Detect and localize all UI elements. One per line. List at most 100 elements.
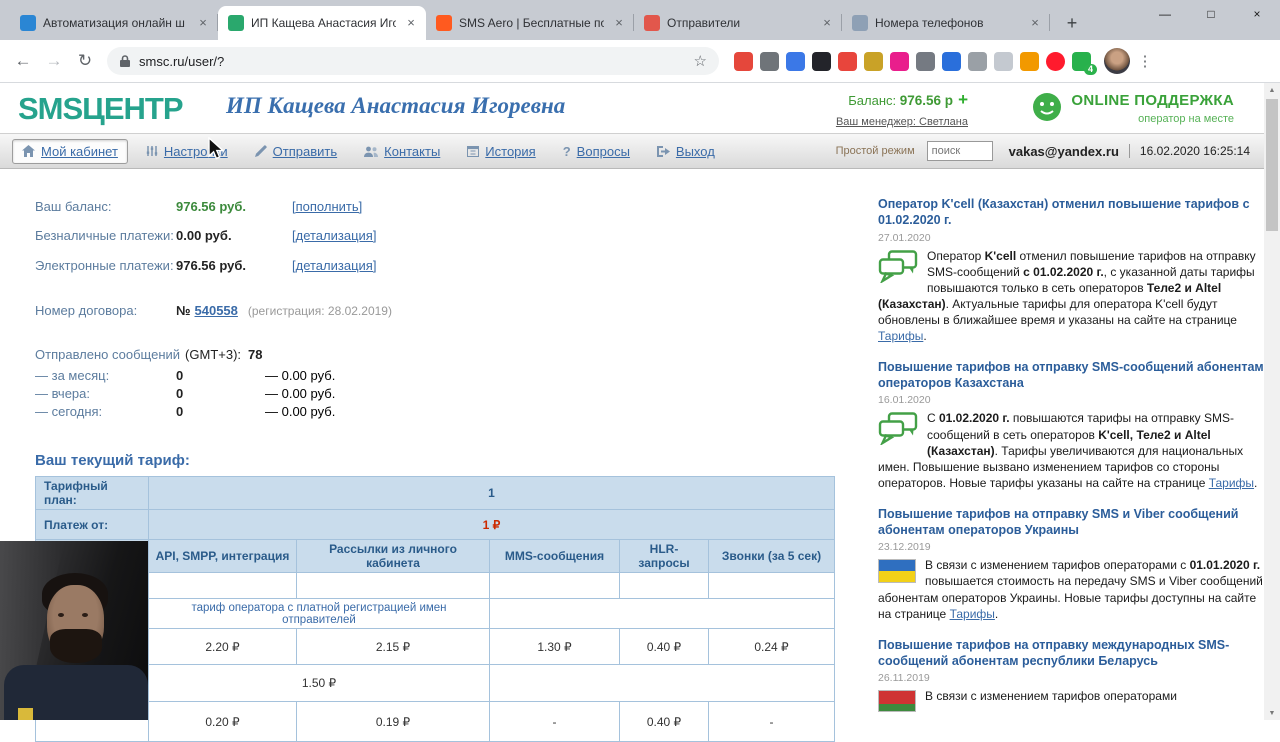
scrollbar-thumb[interactable] (1266, 99, 1278, 231)
details-link[interactable]: [детализация] (292, 228, 376, 243)
online-support[interactable]: ONLINE ПОДДЕРЖКА оператор на месте (1032, 92, 1234, 125)
price-cell: 2.15 ₽ (296, 628, 490, 665)
contract-number-link[interactable]: 540558 (195, 303, 238, 318)
support-text: ONLINE ПОДДЕРЖКА оператор на месте (1071, 92, 1234, 125)
news-tariffs-link[interactable]: Тарифы (1209, 476, 1254, 490)
topup-plus-button[interactable]: + (958, 90, 968, 109)
news-title-link[interactable]: Повышение тарифов на отправку SMS и Vibe… (878, 506, 1266, 539)
smsc-logo[interactable]: SMSЦЕНТР (18, 91, 183, 127)
nav-logout[interactable]: Выход (648, 140, 724, 163)
forward-icon[interactable]: → (41, 48, 67, 74)
contract-registration: (регистрация: 28.02.2019) (247, 304, 392, 318)
extension-icon[interactable] (838, 51, 857, 71)
extension-icon[interactable] (1046, 51, 1065, 71)
price-cell: 0.24 ₽ (708, 628, 835, 665)
minimize-button[interactable]: — (1142, 0, 1188, 28)
balance-block: Баланс: 976.56 р + Ваш менеджер: Светлана (836, 90, 968, 128)
extension-icon[interactable] (890, 51, 909, 71)
extension-icon[interactable] (734, 51, 753, 71)
tab-close-icon[interactable]: × (403, 15, 419, 31)
new-tab-button[interactable]: + (1058, 9, 1086, 37)
news-sidebar: Оператор K'cell (Казахстан) отменил повы… (878, 196, 1266, 719)
sent-value: 78 (248, 347, 263, 362)
nav-history[interactable]: История (458, 140, 544, 163)
home-icon (22, 145, 35, 157)
nav-label: Мой кабинет (41, 143, 118, 159)
extension-icon[interactable] (1020, 51, 1039, 71)
simple-mode-link[interactable]: Простой режим (836, 145, 915, 157)
back-icon[interactable]: ← (10, 48, 36, 74)
news-title-link[interactable]: Повышение тарифов на отправку SMS-сообще… (878, 359, 1266, 392)
empty-cell (489, 598, 835, 629)
tab-senders[interactable]: Отправители × (634, 6, 842, 40)
stat-count: 0 (176, 404, 184, 419)
scroll-up-icon[interactable]: ▲ (1264, 83, 1280, 97)
tab-smsaero[interactable]: SMS Aero | Бесплатные по × (426, 6, 634, 40)
main-nav: Мой кабинет Настройки Отправить Контакты… (0, 133, 1264, 169)
table-row: 1.50 ₽ (35, 664, 835, 702)
news-title-link[interactable]: Оператор K'cell (Казахстан) отменил повы… (878, 196, 1266, 229)
nav-my-cabinet[interactable]: Мой кабинет (12, 138, 128, 164)
scroll-down-icon[interactable]: ▼ (1264, 706, 1280, 720)
extension-icon[interactable] (786, 51, 805, 71)
tab-phone-numbers[interactable]: Номера телефонов × (842, 6, 1050, 40)
details-link[interactable]: [детализация] (292, 258, 376, 273)
stat-label: — за месяц: (35, 368, 110, 383)
tab-favicon-icon (644, 15, 660, 31)
stat-label: — сегодня: (35, 404, 103, 419)
search-input[interactable] (926, 141, 993, 161)
extension-icon[interactable] (864, 51, 883, 71)
profile-avatar[interactable] (1104, 48, 1130, 74)
webcam-overlay (0, 541, 148, 720)
column-header: MMS-сообщения (489, 539, 620, 573)
plan-value: 1 (148, 476, 835, 510)
table-row: 2.20 ₽ 2.15 ₽ 1.30 ₽ 0.40 ₽ 0.24 ₽ (35, 628, 835, 665)
maximize-button[interactable]: □ (1188, 0, 1234, 28)
column-header: Рассылки из личного кабинета (296, 539, 490, 573)
extension-icon[interactable] (994, 51, 1013, 71)
tariff-table: Тарифный план: 1 Платеж от: 1 ₽ API, SMP… (35, 476, 835, 742)
news-tariffs-link[interactable]: Тарифы (878, 329, 923, 343)
manager-link[interactable]: Ваш менеджер: Светлана (836, 116, 968, 128)
news-body: В связи с изменением тарифов операторами (878, 688, 1266, 713)
extension-icon[interactable] (968, 51, 987, 71)
news-tariffs-link[interactable]: Тарифы (950, 607, 995, 621)
nav-questions[interactable]: ? Вопросы (554, 140, 639, 163)
topup-link[interactable]: [пополнить] (292, 199, 362, 214)
empty-cell (296, 572, 490, 599)
news-title-link[interactable]: Повышение тарифов на отправку международ… (878, 637, 1266, 670)
tab-close-icon[interactable]: × (611, 15, 627, 31)
tab-title: Автоматизация онлайн ш (43, 16, 185, 30)
address-bar[interactable]: smsc.ru/user/? ☆ (107, 47, 719, 75)
nav-contacts[interactable]: Контакты (355, 140, 449, 163)
news-body: Оператор K'cell отменил повышение тарифо… (878, 248, 1266, 344)
url-text[interactable]: smsc.ru/user/? (139, 54, 686, 69)
account-title: ИП Кащева Анастасия Игоревна (226, 93, 566, 118)
user-email[interactable]: vakas@yandex.ru (1009, 144, 1119, 159)
news-date: 23.12.2019 (878, 541, 931, 554)
tab-close-icon[interactable]: × (195, 15, 211, 31)
close-button[interactable]: × (1234, 0, 1280, 28)
balance-value: 976.56 р (899, 93, 954, 108)
support-title: ONLINE ПОДДЕРЖКА (1071, 92, 1234, 109)
tab-close-icon[interactable]: × (819, 15, 835, 31)
bookmark-star-icon[interactable]: ☆ (694, 52, 707, 70)
row-label: Ваш баланс: (35, 199, 112, 214)
extension-icon[interactable] (760, 51, 779, 71)
electronic-row: Электронные платежи: 976.56 руб. [детали… (35, 258, 376, 273)
extensions-bar: 4 (734, 51, 1097, 75)
browser-menu-icon[interactable]: ⋮ (1135, 48, 1155, 74)
page-scrollbar[interactable]: ▲ ▼ (1264, 83, 1280, 720)
tab-automation[interactable]: Автоматизация онлайн ш × (10, 6, 218, 40)
refresh-icon[interactable]: ↻ (72, 48, 98, 74)
nav-send[interactable]: Отправить (246, 140, 346, 163)
extension-icon[interactable] (812, 51, 831, 71)
tab-smsc-active[interactable]: ИП Кащева Анастасия Иго × (218, 6, 426, 40)
news-body: С 01.02.2020 г. повышаются тарифы на отп… (878, 410, 1266, 490)
contract-row: Номер договора: № 540558 (регистрация: 2… (35, 303, 392, 318)
extension-search-icon[interactable] (942, 51, 961, 71)
extension-icon[interactable] (916, 51, 935, 71)
extension-messenger-icon[interactable]: 4 (1072, 51, 1097, 75)
tab-close-icon[interactable]: × (1027, 15, 1043, 31)
column-header: Звонки (за 5 сек) (708, 539, 835, 573)
